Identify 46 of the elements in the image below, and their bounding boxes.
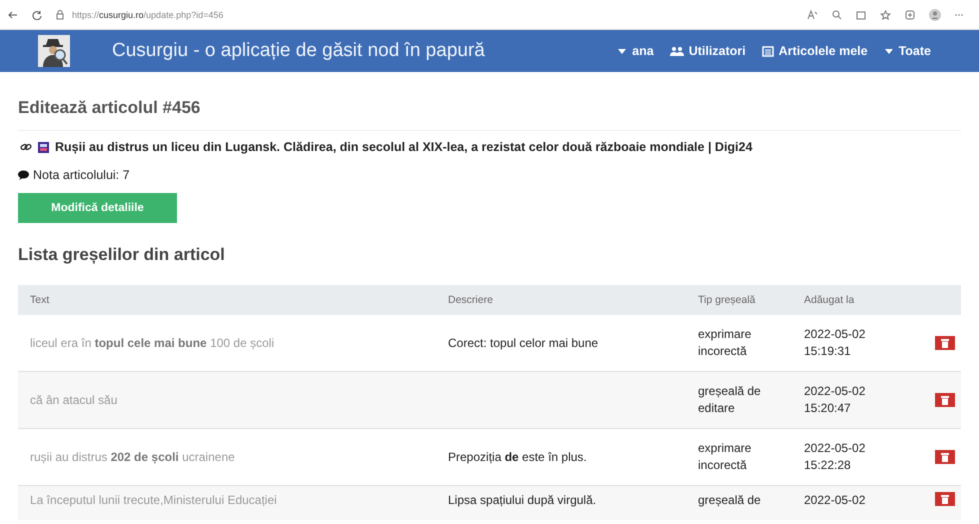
delete-button[interactable] [935,393,955,407]
delete-button[interactable] [935,492,955,506]
added-date: 2022-05-02 15:20:47 [792,372,910,429]
article-rating: Nota articolului: 7 [33,168,130,182]
trash-icon [941,396,949,404]
comment-icon [18,170,29,180]
error-type: greșeală de editare [686,372,792,429]
app-title: Cusurgiu - o aplicație de găsit nod în papură [112,40,486,62]
column-header: Text [18,285,436,315]
nav-link[interactable]: Utilizatori [670,44,746,58]
tab-icon[interactable] [856,10,866,20]
nav-link[interactable]: Toate [884,44,931,58]
reload-icon[interactable] [32,10,42,20]
collections-icon[interactable] [905,10,915,20]
article-link[interactable]: Rușii au distrus un liceu din Lugansk. Clădirea, din secolul al XIX-lea, a rezistat celor două războaie mondiale | Digi24 [55,140,752,154]
column-header: Adăugat la [792,285,910,315]
column-header: Tip greșeală [686,285,792,315]
nav-link[interactable]: ana [617,44,654,58]
address-field[interactable]: https://cusurgiu.ro/update.php?id=456 [72,10,224,20]
nav-link[interactable]: Articolele mele [762,44,868,58]
page-heading: Editează articolul #456 [18,72,961,131]
profile-icon[interactable] [929,8,941,20]
site-favicon-icon [38,142,49,152]
trash-icon [941,452,949,462]
detective-logo-drawing[interactable] [38,35,70,67]
link-icon [20,142,32,152]
lock-icon [56,10,64,20]
trash-icon [941,494,949,504]
column-header: Descriere [436,285,686,315]
delete-button[interactable] [935,450,955,464]
trash-icon [941,338,949,348]
edit-details-button[interactable]: Modifică detaliile [18,193,177,223]
zoom-icon[interactable] [832,10,842,20]
list-icon [762,46,774,56]
added-date: 2022-05-02 [792,486,910,520]
read-aloud-icon[interactable] [807,10,818,20]
error-text: că ân atacul său [18,372,436,429]
error-type: greșeală de [686,486,792,520]
error-text: La începutul lunii trecute,Ministerului Educației [18,486,436,520]
error-description: Lipsa spațiului după virgulă. [436,486,686,520]
more-icon[interactable] [955,12,963,16]
users-icon [670,46,684,56]
delete-button[interactable] [935,336,955,350]
back-icon[interactable] [8,10,18,20]
star-icon[interactable] [880,10,891,20]
section-heading: Lista greșelilor din articol [18,244,226,266]
